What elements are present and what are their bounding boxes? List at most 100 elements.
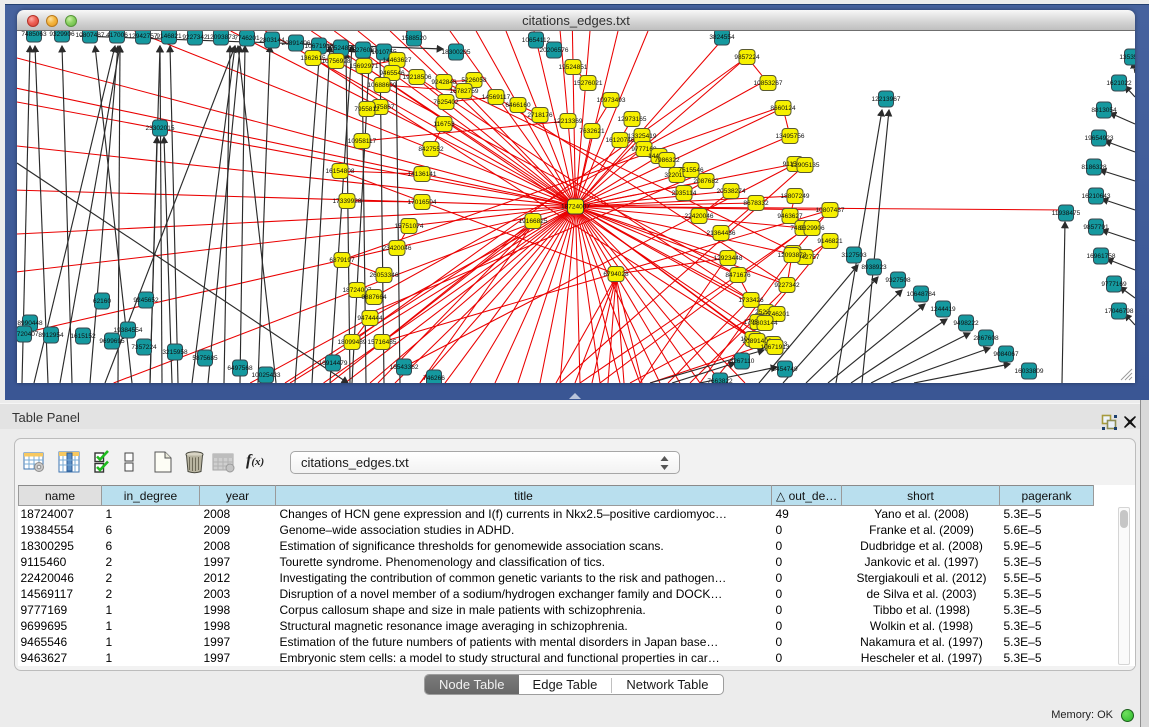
svg-text:6794028: 6794028: [603, 271, 629, 278]
svg-text:3127503: 3127503: [841, 252, 867, 259]
svg-text:8660124: 8660124: [770, 105, 796, 112]
svg-text:14569117: 14569117: [482, 94, 511, 101]
svg-text:6879197: 6879197: [329, 257, 355, 264]
svg-text:18099489: 18099489: [338, 339, 367, 346]
svg-text:9699695: 9699695: [99, 338, 125, 345]
svg-text:16210643: 16210643: [1082, 193, 1111, 200]
svg-text:16914479: 16914479: [319, 360, 348, 367]
svg-text:5875685: 5875685: [192, 355, 218, 362]
svg-text:2803144: 2803144: [752, 320, 778, 327]
svg-text:13325419: 13325419: [628, 133, 657, 140]
svg-text:10958117: 10958117: [348, 138, 377, 145]
svg-text:10807487: 10807487: [76, 32, 105, 39]
svg-text:8912954: 8912954: [38, 332, 64, 339]
svg-text:12923448: 12923448: [714, 255, 743, 262]
svg-text:417006: 417006: [106, 32, 128, 39]
svg-text:11938475: 11938475: [1052, 210, 1081, 217]
svg-text:10025433: 10025433: [252, 372, 281, 379]
svg-text:2087682: 2087682: [693, 178, 719, 185]
svg-text:8454749: 8454749: [772, 366, 798, 373]
svg-text:2867608: 2867608: [973, 335, 999, 342]
svg-text:7986322: 7986322: [654, 157, 680, 164]
svg-text:10648784: 10648784: [907, 291, 936, 298]
svg-text:9084067: 9084067: [993, 351, 1019, 358]
svg-text:15716485: 15716485: [368, 339, 397, 346]
svg-text:22420046: 22420046: [685, 213, 714, 220]
svg-text:12093873: 12093873: [207, 34, 236, 41]
svg-text:15692971: 15692971: [350, 63, 379, 70]
svg-text:9329906: 9329906: [49, 31, 75, 38]
svg-text:8813054: 8813054: [1091, 107, 1117, 114]
svg-text:10671913: 10671913: [761, 344, 790, 351]
svg-text:18300295: 18300295: [442, 49, 471, 56]
svg-text:9242848: 9242848: [431, 79, 457, 86]
svg-text:3215958: 3215958: [162, 349, 188, 356]
svg-text:14136141: 14136141: [408, 171, 437, 178]
svg-text:10807487: 10807487: [816, 207, 845, 214]
svg-text:17046798: 17046798: [1105, 308, 1134, 315]
svg-text:9146821: 9146821: [156, 33, 182, 40]
svg-text:9777169: 9777169: [1101, 281, 1127, 288]
svg-text:19384554: 19384554: [114, 327, 143, 334]
svg-text:8471676: 8471676: [725, 272, 751, 279]
svg-text:15276021: 15276021: [574, 80, 603, 87]
svg-text:1588520: 1588520: [401, 35, 427, 42]
svg-text:19524851: 19524851: [559, 64, 588, 71]
svg-text:19218506: 19218506: [403, 74, 432, 81]
svg-text:6497568: 6497568: [227, 365, 253, 372]
svg-text:1353594: 1353594: [1119, 54, 1135, 61]
svg-text:9498222: 9498222: [953, 320, 979, 327]
svg-text:8938923: 8938923: [861, 264, 887, 271]
svg-text:3267110: 3267110: [730, 358, 755, 365]
svg-text:23420046: 23420046: [383, 245, 412, 252]
svg-text:1615152: 1615152: [70, 333, 96, 340]
svg-text:8186328: 8186328: [1081, 164, 1107, 171]
svg-text:9857791: 9857791: [1083, 224, 1109, 231]
svg-text:7955812: 7955812: [354, 106, 380, 113]
svg-text:9465546: 9465546: [379, 70, 405, 77]
svg-text:16154808: 16154808: [326, 168, 355, 175]
svg-text:7663822: 7663822: [707, 378, 733, 383]
svg-text:1244419: 1244419: [930, 306, 956, 313]
svg-text:746266: 746266: [423, 375, 445, 382]
svg-text:6466160: 6466160: [505, 102, 531, 109]
svg-text:7357224: 7357224: [131, 344, 157, 351]
svg-text:21364436: 21364436: [707, 230, 736, 237]
svg-text:9463627: 9463627: [777, 213, 803, 220]
svg-text:12973165: 12973165: [618, 116, 647, 123]
svg-text:15720407: 15720407: [17, 331, 39, 338]
svg-text:10756928: 10756928: [322, 58, 351, 65]
svg-text:10654112: 10654112: [522, 37, 551, 44]
svg-text:26053346: 26053346: [370, 272, 399, 279]
svg-text:16782759: 16782759: [450, 88, 479, 95]
svg-text:8427552: 8427552: [418, 146, 444, 153]
svg-text:12093873: 12093873: [778, 252, 807, 259]
svg-text:15751074: 15751074: [395, 223, 424, 230]
svg-text:116753: 116753: [433, 121, 455, 128]
svg-text:20206576: 20206576: [540, 47, 569, 54]
svg-text:19654923: 19654923: [1085, 135, 1114, 142]
svg-text:9329906: 9329906: [799, 225, 825, 232]
svg-text:10853267: 10853267: [754, 80, 783, 87]
svg-text:10688609: 10688609: [368, 82, 397, 89]
svg-text:20538274: 20538274: [717, 188, 746, 195]
svg-text:12905135: 12905135: [791, 162, 820, 169]
svg-text:9327508: 9327508: [885, 277, 911, 284]
svg-text:7515546: 7515546: [678, 167, 704, 174]
svg-text:9146821: 9146821: [817, 238, 843, 245]
svg-text:9887664: 9887664: [361, 294, 387, 301]
svg-text:16961758: 16961758: [1087, 253, 1116, 260]
svg-text:7746201: 7746201: [234, 35, 260, 42]
svg-text:2935114: 2935114: [672, 190, 697, 197]
svg-text:16543362: 16543362: [390, 364, 419, 371]
svg-text:9227342: 9227342: [774, 282, 800, 289]
svg-text:7625402: 7625402: [433, 99, 459, 106]
svg-text:9245652: 9245652: [133, 297, 159, 304]
svg-text:7485063: 7485063: [21, 31, 47, 38]
svg-text:10973493: 10973493: [597, 97, 626, 104]
svg-text:62160: 62160: [93, 298, 111, 305]
svg-text:1621022: 1621022: [1106, 80, 1132, 87]
svg-text:12213967: 12213967: [872, 96, 901, 103]
svg-text:19166825: 19166825: [519, 218, 548, 225]
svg-text:13495756: 13495756: [776, 133, 805, 140]
